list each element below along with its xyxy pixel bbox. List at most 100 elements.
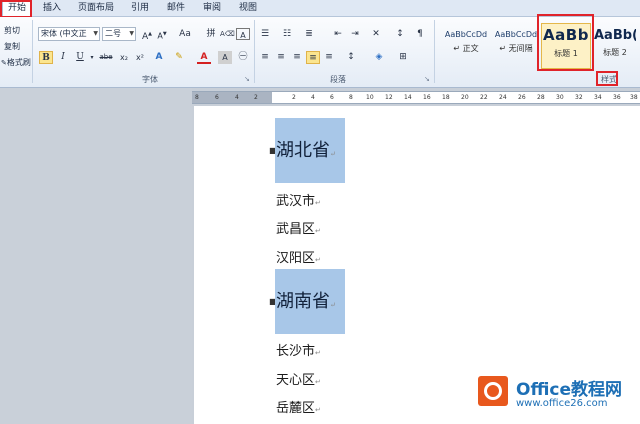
distributed-icon[interactable]: ≡ xyxy=(322,51,336,64)
style-normal[interactable]: AaBbCcDd ↵ 正文 xyxy=(440,23,492,69)
ruler-tick: 8 xyxy=(349,94,353,101)
ruler-tick: 22 xyxy=(480,94,488,101)
horizontal-ruler[interactable]: 8 6 4 2 2 4 6 8 10 12 14 16 18 20 22 24 … xyxy=(192,91,640,104)
heading-text: 湖南省↵ xyxy=(276,291,336,312)
chevron-down-icon[interactable]: ▼ xyxy=(93,28,98,40)
style-no-spacing[interactable]: AaBbCcDd ↵ 无间隔 xyxy=(493,23,539,69)
ruler-tick: 4 xyxy=(235,94,239,101)
list-item[interactable]: 汉阳区↵ xyxy=(276,247,321,266)
tab-review[interactable]: 审阅 xyxy=(200,2,224,15)
style-name: ↵ 正文 xyxy=(453,44,479,53)
bullets-icon[interactable]: ☰ xyxy=(258,28,272,41)
highlight-style-heading-1 xyxy=(537,14,594,71)
italic-button[interactable]: I xyxy=(56,51,70,64)
enclosed-characters-icon[interactable]: ㊀ xyxy=(236,51,250,64)
heading-text: 湖北省↵ xyxy=(276,140,336,161)
shading-icon[interactable]: ◈ xyxy=(372,51,386,64)
change-case-button[interactable]: Aa xyxy=(176,28,194,41)
align-center-icon[interactable]: ≡ xyxy=(274,51,288,64)
line-spacing-icon[interactable]: ↕ xyxy=(344,51,358,64)
font-size-value: 二号 xyxy=(105,29,121,38)
highlight-styles-label xyxy=(596,71,618,86)
separator xyxy=(32,20,33,83)
decrease-indent-icon[interactable]: ⇤ xyxy=(331,28,345,41)
ruler-tick: 2 xyxy=(292,94,296,101)
ruler-tick: 32 xyxy=(575,94,583,101)
align-right-icon[interactable]: ≡ xyxy=(290,51,304,64)
highlight-tab-home xyxy=(0,0,32,18)
tab-references[interactable]: 引用 xyxy=(128,2,152,15)
cut-button[interactable]: 剪切 xyxy=(4,25,20,36)
ruler-tick: 18 xyxy=(442,94,450,101)
format-painter-label: 格式刷 xyxy=(6,58,31,67)
ruler-tick: 20 xyxy=(461,94,469,101)
justify-icon[interactable]: ≡ xyxy=(306,51,320,64)
ruler-tick: 16 xyxy=(423,94,431,101)
ruler-tick: 30 xyxy=(556,94,564,101)
clear-formatting-icon[interactable]: A⌫ xyxy=(220,28,235,41)
list-item[interactable]: 武汉市↵ xyxy=(276,190,321,209)
ruler-tick: 28 xyxy=(537,94,545,101)
align-left-icon[interactable]: ≡ xyxy=(258,51,272,64)
ruler-tick: 26 xyxy=(518,94,526,101)
character-shading-icon[interactable]: A xyxy=(218,51,232,64)
watermark-title: Office教程网 xyxy=(516,380,623,400)
font-name-combo[interactable]: 宋体 (中文正 ▼ xyxy=(38,27,100,41)
font-color-icon[interactable]: A xyxy=(197,51,211,64)
chevron-down-icon[interactable]: ▼ xyxy=(129,28,134,40)
heading-hubei[interactable]: 湖北省↵ xyxy=(275,118,345,183)
tab-view[interactable]: 视图 xyxy=(236,2,260,15)
font-group-label: 字体 xyxy=(142,75,158,84)
ruler-tick: 38 xyxy=(630,94,638,101)
ruler-tick: 10 xyxy=(366,94,374,101)
sort-icon[interactable]: ↕ xyxy=(393,28,407,41)
superscript-button[interactable]: x² xyxy=(133,51,147,64)
style-sample: AaBbCcDd xyxy=(494,30,538,39)
heading-hunan[interactable]: 湖南省↵ xyxy=(275,269,345,334)
phonetic-guide-icon[interactable]: 拼 xyxy=(204,28,218,41)
grow-font-button[interactable]: A▲ xyxy=(140,28,154,42)
ruler-tick: 34 xyxy=(594,94,602,101)
ruler-tick: 8 xyxy=(195,94,199,101)
ruler-tick: 36 xyxy=(613,94,621,101)
show-marks-icon[interactable]: ¶ xyxy=(413,28,427,41)
font-dialog-launcher-icon[interactable]: ↘ xyxy=(244,75,250,83)
style-sample: AaBbCcDd xyxy=(444,30,488,39)
list-item[interactable]: 长沙市↵ xyxy=(276,340,321,359)
style-sample: AaBb( xyxy=(594,28,636,43)
separator xyxy=(254,20,255,83)
style-name: ↵ 无间隔 xyxy=(499,44,533,53)
ruler-tick: 14 xyxy=(404,94,412,101)
list-item[interactable]: 岳麓区↵ xyxy=(276,397,321,416)
character-border-icon[interactable]: A xyxy=(236,28,250,40)
style-heading-2[interactable]: AaBb( 标题 2 xyxy=(593,23,637,69)
copy-button[interactable]: 复制 xyxy=(4,41,20,52)
tab-page-layout[interactable]: 页面布局 xyxy=(76,2,116,15)
ruler-tick: 24 xyxy=(499,94,507,101)
list-item[interactable]: 天心区↵ xyxy=(276,369,321,388)
ruler-tick: 4 xyxy=(311,94,315,101)
style-name: 标题 2 xyxy=(603,48,627,57)
ruler-tick: 6 xyxy=(215,94,219,101)
borders-icon[interactable]: ⊞ xyxy=(396,51,410,64)
multilevel-list-icon[interactable]: ≣ xyxy=(302,28,316,41)
separator xyxy=(434,20,435,83)
strikethrough-button[interactable]: abe xyxy=(97,51,115,64)
subscript-button[interactable]: x₂ xyxy=(117,51,131,64)
paragraph-dialog-launcher-icon[interactable]: ↘ xyxy=(424,75,430,83)
tab-insert[interactable]: 插入 xyxy=(40,2,64,15)
numbering-icon[interactable]: ☷ xyxy=(280,28,294,41)
highlight-color-icon[interactable]: ✎ xyxy=(172,51,186,64)
increase-indent-icon[interactable]: ⇥ xyxy=(348,28,362,41)
paragraph-group-label: 段落 xyxy=(330,75,346,84)
bold-button[interactable]: B xyxy=(39,51,53,64)
font-size-combo[interactable]: 二号 ▼ xyxy=(102,27,136,41)
text-effects-icon[interactable]: A xyxy=(152,51,166,64)
tab-mailings[interactable]: 邮件 xyxy=(164,2,188,15)
ruler-tick: 2 xyxy=(254,94,258,101)
watermark-url: www.office26.com xyxy=(516,398,608,409)
format-painter-button[interactable]: ✎格式刷 xyxy=(1,57,31,69)
list-item[interactable]: 武昌区↵ xyxy=(276,218,321,237)
shrink-font-button[interactable]: A▼ xyxy=(155,28,169,41)
chinese-layout-icon[interactable]: ✕ xyxy=(369,28,383,41)
